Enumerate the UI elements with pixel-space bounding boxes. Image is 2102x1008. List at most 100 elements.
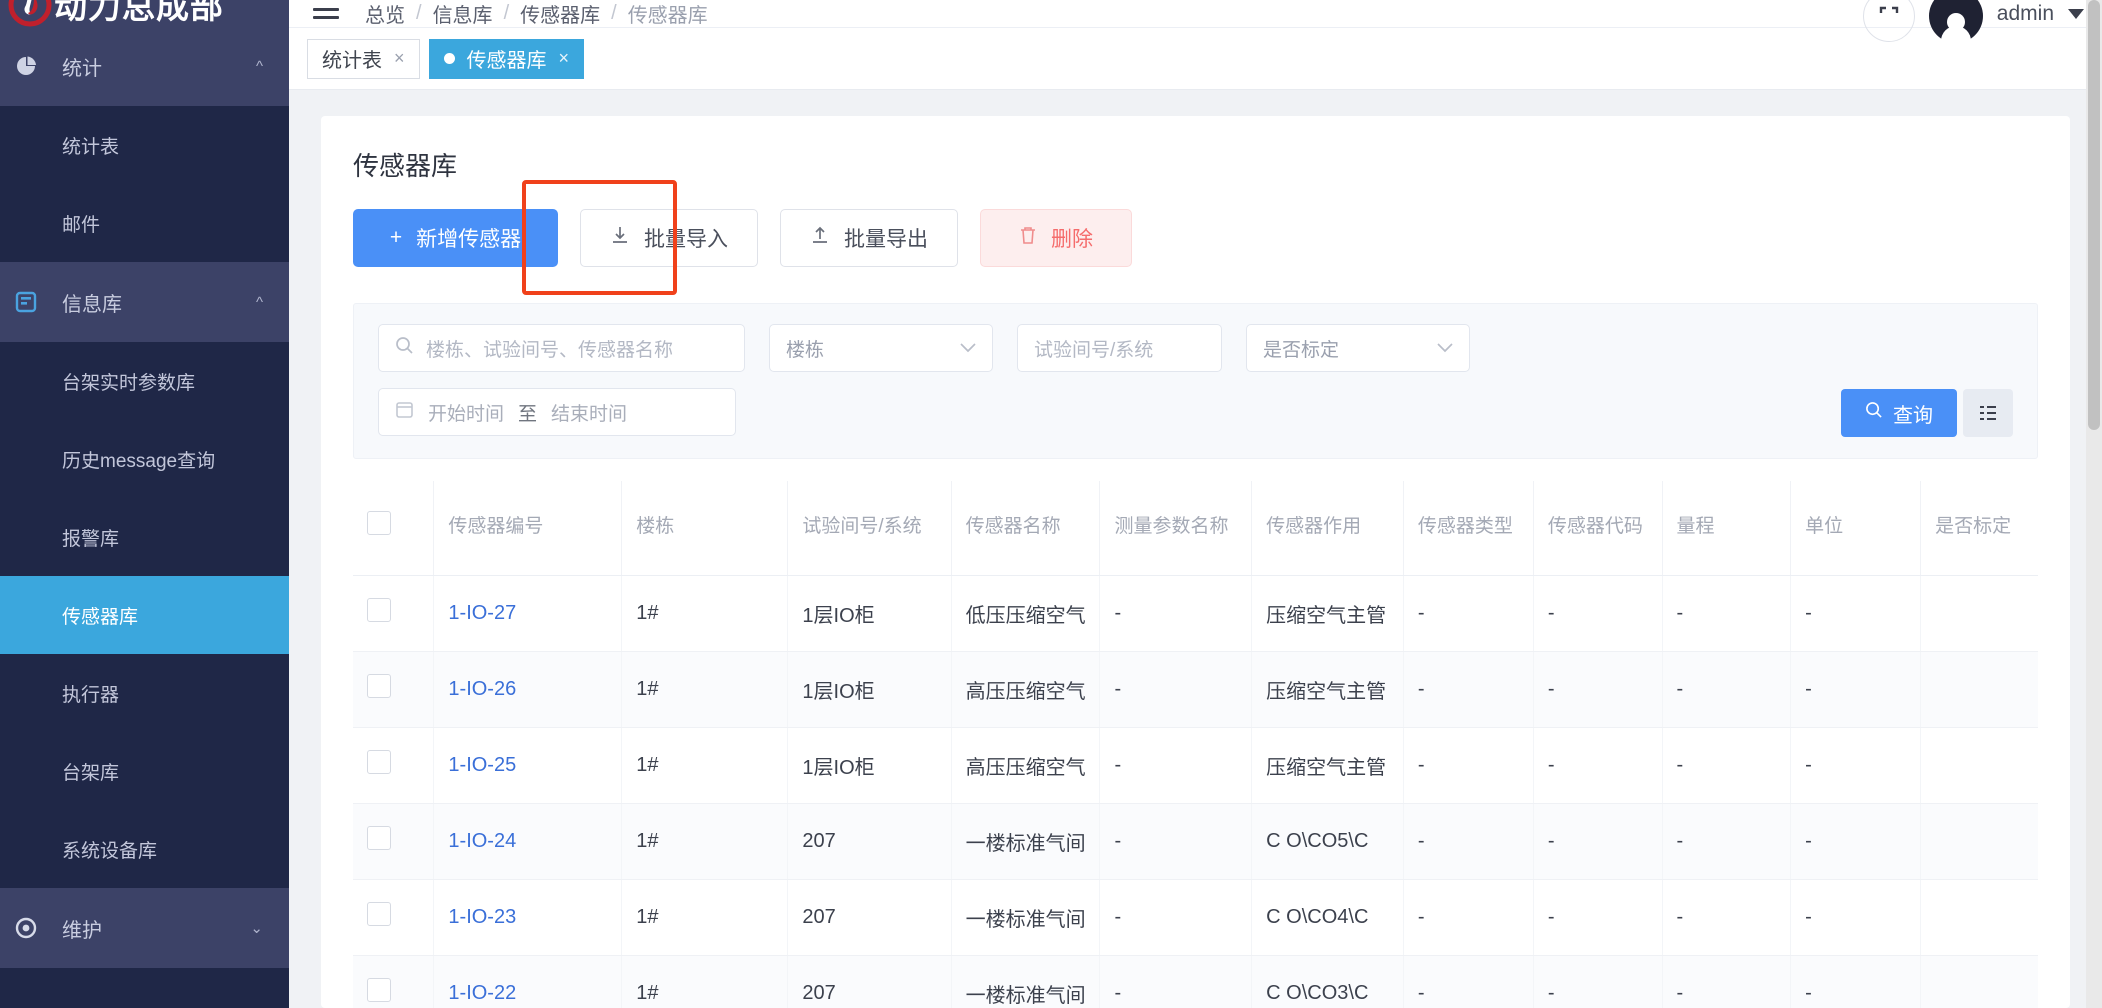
cell-measure-param: - [1099,955,1253,1008]
breadcrumb: 总览 / 信息库 / 传感器库 / 传感器库 [365,0,708,28]
row-checkbox[interactable] [367,750,391,774]
tab-sensor-library[interactable]: 传感器库 × [428,38,585,79]
cell-building: 1# [621,727,789,804]
date-range-picker[interactable]: 开始时间 至 结束时间 [378,388,736,436]
tab-statistics-table[interactable]: 统计表 × [307,38,420,79]
sidebar-group-label: 信息库 [62,293,122,316]
query-button[interactable]: 查询 [1841,389,1957,437]
sidebar-item-label: 报警库 [62,528,120,550]
close-icon[interactable]: × [559,48,570,69]
row-checkbox[interactable] [367,598,391,622]
room-system-placeholder: 试验间号/系统 [1034,339,1154,361]
batch-import-button[interactable]: 批量导入 [580,209,758,267]
sidebar-item-sensor-library[interactable]: 传感器库 [0,576,289,654]
target-icon [14,916,48,940]
cell-room-system: 1层IO柜 [787,575,952,652]
cell-sensor-code: - [1533,879,1663,956]
row-checkbox[interactable] [367,978,391,1002]
cell-sensor-name: 高压压缩空气 [951,651,1101,728]
fullscreen-icon[interactable] [1862,0,1915,42]
sidebar-item-history-message-query[interactable]: 历史message查询 [0,420,289,498]
column-header-sensor-code: 传感器代码 [1533,481,1663,576]
cell-sensor-id[interactable]: 1-IO-22 [433,955,623,1008]
sidebar-item-alarm-library[interactable]: 报警库 [0,498,289,576]
cell-building: 1# [621,803,789,880]
table-row[interactable]: 1-IO-231#207一楼标准气间-C O\CO4\C-----2022-0 [353,879,2038,956]
sidebar-item-statistics-table[interactable]: 统计表 [0,106,289,184]
search-input[interactable]: 楼栋、试验间号、传感器名称 [378,324,745,372]
cell-sensor-name: 一楼标准气间 [951,955,1101,1008]
filter-row-2: 开始时间 至 结束时间 [378,388,2013,436]
search-placeholder: 楼栋、试验间号、传感器名称 [426,339,674,361]
building-select[interactable]: 楼栋 [769,324,993,372]
table-row[interactable]: 1-IO-241#207一楼标准气间-C O\CO5\C-----2022-0 [353,803,2038,880]
hamburger-icon[interactable] [313,8,339,19]
cell-sensor-id[interactable]: 1-IO-23 [433,879,623,956]
close-icon[interactable]: × [394,48,405,69]
room-system-input[interactable]: 试验间号/系统 [1017,324,1222,372]
cell-range: - [1662,575,1792,652]
brand-header: 动力总成部 [0,0,289,27]
breadcrumb-item[interactable]: 信息库 [433,0,493,28]
building-select-value: 楼栋 [786,339,825,361]
plus-icon: + [389,226,403,249]
batch-export-button[interactable]: 批量导出 [780,209,958,267]
cell-sensor-id[interactable]: 1-IO-25 [433,727,623,804]
date-range-separator: 至 [518,403,538,425]
delete-button[interactable]: 删除 [980,209,1132,267]
sidebar-item-actuator[interactable]: 执行器 [0,654,289,732]
sidebar-group-infobase[interactable]: 信息库 ^ [0,262,289,342]
trash-icon [1019,226,1037,251]
table-row[interactable]: 1-IO-261#1层IO柜高压压缩空气-压缩空气主管-----2022-0 [353,651,2038,728]
sidebar-group-maintenance[interactable]: 维护 ⌄ [0,888,289,968]
column-header-measure-param: 测量参数名称 [1099,481,1253,576]
scrollbar-thumb[interactable] [2088,0,2100,430]
cell-calibrated [1920,727,2038,804]
cell-sensor-id[interactable]: 1-IO-26 [433,651,623,728]
cell-sensor-usage: 压缩空气主管 [1251,727,1404,804]
calibrated-select[interactable]: 是否标定 [1246,324,1470,372]
table-head: 传感器编号 楼栋 试验间号/系统 传感器名称 测量参数名称 传感器作用 传感器类… [353,481,2038,576]
table-row[interactable]: 1-IO-251#1层IO柜高压压缩空气-压缩空气主管-----2022-0 [353,727,2038,804]
row-checkbox[interactable] [367,674,391,698]
cell-measure-param: - [1099,651,1253,728]
list-settings-icon[interactable] [1963,389,2013,437]
breadcrumb-item[interactable]: 总览 [365,0,405,28]
cell-measure-param: - [1099,803,1253,880]
breadcrumb-item[interactable]: 传感器库 [520,0,600,28]
column-header-sensor-type: 传感器类型 [1403,481,1534,576]
action-toolbar: + 新增传感器 批量导入 批量导出 删除 [353,180,2038,295]
cell-building: 1# [621,575,789,652]
user-avatar-icon[interactable] [1928,0,1983,43]
add-sensor-button[interactable]: + 新增传感器 [353,209,558,267]
chevron-down-icon [960,337,976,359]
download-icon [610,225,630,251]
sidebar-item-bench-realtime-params[interactable]: 台架实时参数库 [0,342,289,420]
cell-range: - [1662,879,1792,956]
column-header-building: 楼栋 [621,481,789,576]
tab-bar: 统计表 × 传感器库 × [289,28,2102,90]
end-date-placeholder: 结束时间 [551,403,628,425]
cell-room-system: 207 [787,879,952,956]
row-select-cell [353,651,435,728]
sidebar-item-system-device-library[interactable]: 系统设备库 [0,810,289,888]
sidebar-item-mail[interactable]: 邮件 [0,184,289,262]
row-checkbox[interactable] [367,826,391,850]
cell-sensor-id[interactable]: 1-IO-24 [433,803,623,880]
row-checkbox[interactable] [367,902,391,926]
cell-sensor-id[interactable]: 1-IO-27 [433,575,623,652]
page-scrollbar[interactable] [2086,0,2102,1008]
main-area: 总览 / 信息库 / 传感器库 / 传感器库 admin 统计表 × 传感器库 … [289,0,2102,1008]
sidebar-item-bench-library[interactable]: 台架库 [0,732,289,810]
sidebar-item-label: 邮件 [62,214,101,236]
caret-down-icon[interactable] [2068,8,2084,19]
sidebar-item-label: 系统设备库 [62,840,158,862]
calendar-icon [395,400,414,425]
sidebar: 动力总成部 统计 ^ 统计表 邮件 信息库 ^ 台架实时参数库 历史messag… [0,0,289,1008]
table-header-row: 传感器编号 楼栋 试验间号/系统 传感器名称 测量参数名称 传感器作用 传感器类… [353,481,2038,576]
table-row[interactable]: 1-IO-271#1层IO柜低压压缩空气-压缩空气主管-----2022-0 [353,575,2038,652]
select-all-checkbox[interactable] [367,511,391,536]
sidebar-group-statistics[interactable]: 统计 ^ [0,26,289,106]
table-row[interactable]: 1-IO-221#207一楼标准气间-C O\CO3\C-----2022-0 [353,955,2038,1008]
cell-sensor-usage: C O\CO4\C [1251,879,1404,956]
